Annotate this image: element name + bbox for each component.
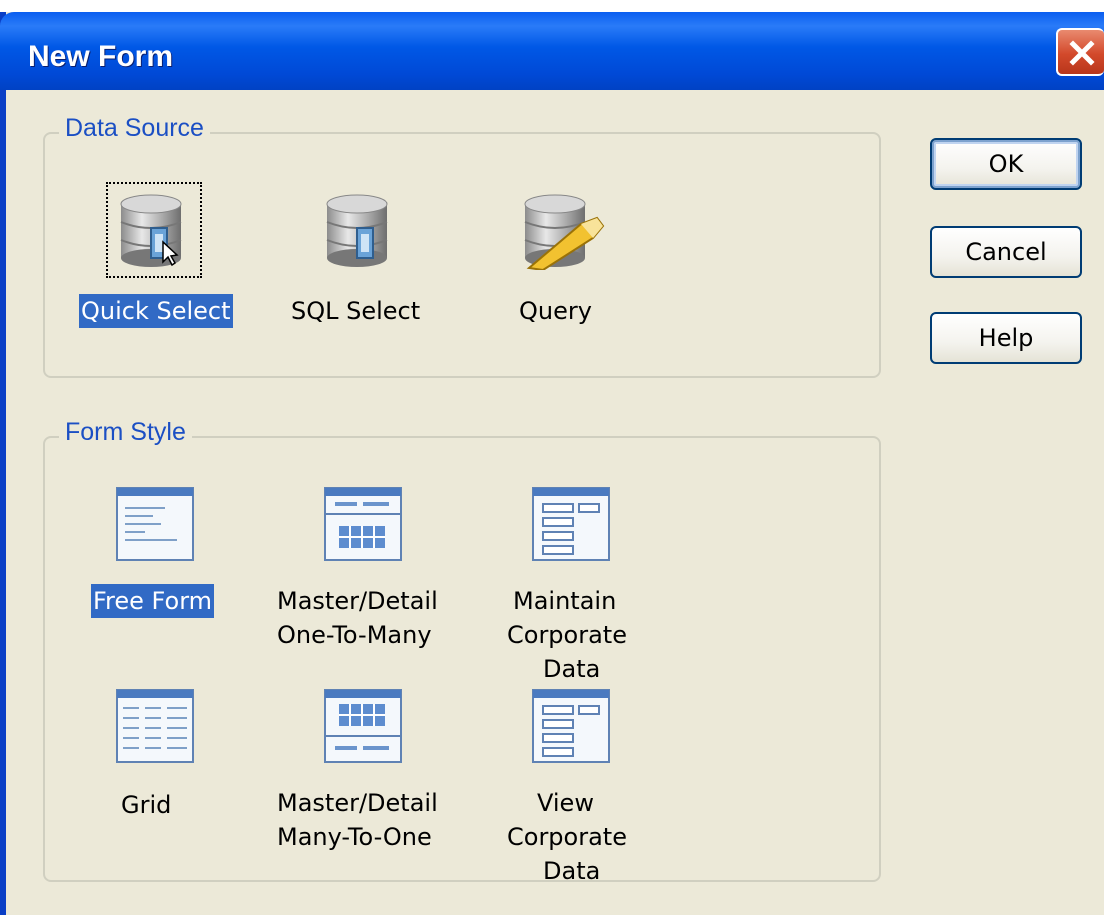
- grid-label: Grid: [121, 791, 172, 819]
- maintain-corporate-data-line3: Data: [543, 655, 601, 683]
- query-label: Query: [519, 297, 592, 325]
- help-button[interactable]: Help: [930, 312, 1082, 364]
- maintain-corporate-data-icon: [532, 487, 610, 561]
- view-corporate-data-icon: [532, 689, 610, 763]
- master-detail-one-to-many-line2: One-To-Many: [277, 621, 432, 649]
- title-bar[interactable]: New Form: [0, 12, 1104, 90]
- master-detail-one-to-many-line1: Master/Detail: [277, 587, 438, 615]
- free-form-icon: [116, 487, 194, 561]
- cancel-button[interactable]: Cancel: [930, 226, 1082, 278]
- quick-select-label: Quick Select: [79, 294, 233, 328]
- view-corporate-data-line2: Corporate: [507, 823, 627, 851]
- ok-button[interactable]: OK: [930, 138, 1082, 190]
- sql-select-label: SQL Select: [291, 297, 421, 325]
- master-detail-many-to-one-icon: [324, 689, 402, 763]
- master-detail-many-to-one-line2: Many-To-One: [277, 823, 432, 851]
- form-style-group: Form Style Free Form Master/Detail One-T…: [43, 418, 881, 885]
- form-style-legend: Form Style: [59, 418, 192, 447]
- close-button[interactable]: [1056, 28, 1104, 76]
- maintain-corporate-data-line1: Maintain: [513, 587, 617, 615]
- new-form-dialog: New Form Data Source Quick Select SQL Se…: [0, 12, 1104, 915]
- window-title: New Form: [28, 40, 174, 73]
- database-query-icon: [524, 194, 605, 270]
- view-corporate-data-line3: Data: [543, 857, 601, 885]
- free-form-label: Free Form: [91, 584, 215, 618]
- close-icon: [1069, 40, 1095, 66]
- grid-icon: [116, 689, 194, 763]
- view-corporate-data-line1: View: [537, 789, 594, 817]
- maintain-corporate-data-line2: Corporate: [507, 621, 627, 649]
- master-detail-many-to-one-line1: Master/Detail: [277, 789, 438, 817]
- data-source-group: Data Source Quick Select SQL Select Quer…: [43, 114, 881, 378]
- database-quick-select-icon: [120, 194, 182, 267]
- database-sql-icon: [326, 194, 388, 267]
- master-detail-one-to-many-icon: [324, 487, 402, 561]
- data-source-legend: Data Source: [59, 114, 210, 143]
